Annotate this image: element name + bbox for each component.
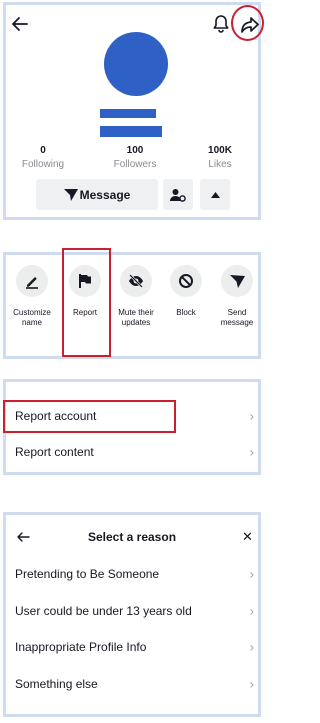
close-icon[interactable]: ✕ (242, 530, 253, 544)
block-action[interactable]: Block (161, 265, 211, 318)
profile-panel: 0 Following 100 Followers 100K Likes Mes… (3, 2, 264, 220)
mute-label: Mute their updates (118, 308, 154, 327)
chevron-right-icon: › (249, 639, 254, 655)
reason-label: Inappropriate Profile Info (15, 640, 147, 654)
send-message-circle (221, 265, 253, 297)
profile-actions-panel: Customize name Report Mute their updates (3, 248, 262, 359)
reason-item[interactable]: Pretending to Be Someone › (6, 556, 258, 592)
likes-count: 100K (208, 145, 232, 156)
bell-icon[interactable] (212, 14, 230, 34)
report-content-label: Report content (15, 445, 94, 459)
select-reason-sheet: Select a reason ✕ Pretending to Be Someo… (3, 512, 261, 717)
redacted-display-name (100, 109, 156, 118)
reason-label: Pretending to Be Someone (15, 567, 160, 581)
following-stat[interactable]: 0 Following (12, 145, 74, 171)
following-label: Following (21, 159, 65, 170)
report-content-item[interactable]: Report content › (6, 434, 258, 470)
chevron-right-icon: › (249, 408, 254, 424)
reason-item[interactable]: User could be under 13 years old › (6, 593, 258, 629)
likes-stat[interactable]: 100K Likes (189, 145, 251, 171)
customize-name-label: Customize name (13, 308, 51, 327)
report-account-highlight-annotation (3, 400, 176, 433)
caret-up-icon (210, 191, 220, 198)
message-button-label: Message (79, 187, 131, 202)
reason-label: Something else (15, 677, 98, 691)
send-message-action[interactable]: Send message (212, 265, 262, 328)
more-options-button[interactable] (200, 179, 230, 210)
block-circle (170, 265, 202, 297)
add-friend-button[interactable] (163, 179, 193, 210)
chevron-right-icon: › (249, 603, 254, 619)
block-label: Block (176, 308, 196, 317)
report-highlight-annotation (62, 248, 111, 357)
message-button[interactable]: Message (36, 179, 158, 210)
block-icon (179, 274, 193, 288)
customize-name-action[interactable]: Customize name (7, 265, 57, 328)
send-message-label: Send message (220, 308, 254, 327)
back-arrow-icon[interactable] (11, 15, 29, 33)
share-highlight-annotation (231, 5, 264, 41)
chevron-right-icon: › (249, 444, 254, 460)
person-gear-icon (170, 188, 186, 202)
reason-item[interactable]: Something else › (6, 666, 258, 702)
pencil-icon (26, 277, 38, 289)
sheet-header: Select a reason ✕ (6, 522, 258, 552)
send-icon (229, 275, 245, 288)
followers-count: 100 (126, 145, 144, 156)
following-count: 0 (40, 145, 46, 156)
reason-item[interactable]: Inappropriate Profile Info › (6, 629, 258, 665)
mute-circle (120, 265, 152, 297)
sheet-title: Select a reason (87, 530, 177, 544)
avatar[interactable] (104, 32, 168, 96)
eye-off-icon (129, 274, 143, 288)
send-icon (63, 188, 78, 201)
chevron-right-icon: › (249, 676, 254, 692)
followers-label: Followers (113, 159, 157, 170)
redacted-username (100, 126, 162, 137)
chevron-right-icon: › (249, 566, 254, 582)
mute-updates-action[interactable]: Mute their updates (111, 265, 161, 328)
followers-stat[interactable]: 100 Followers (104, 145, 166, 171)
customize-name-circle (16, 265, 48, 297)
reason-label: User could be under 13 years old (15, 604, 192, 618)
report-menu-panel: Report account › Report content › (3, 379, 261, 475)
likes-label: Likes (208, 159, 232, 170)
